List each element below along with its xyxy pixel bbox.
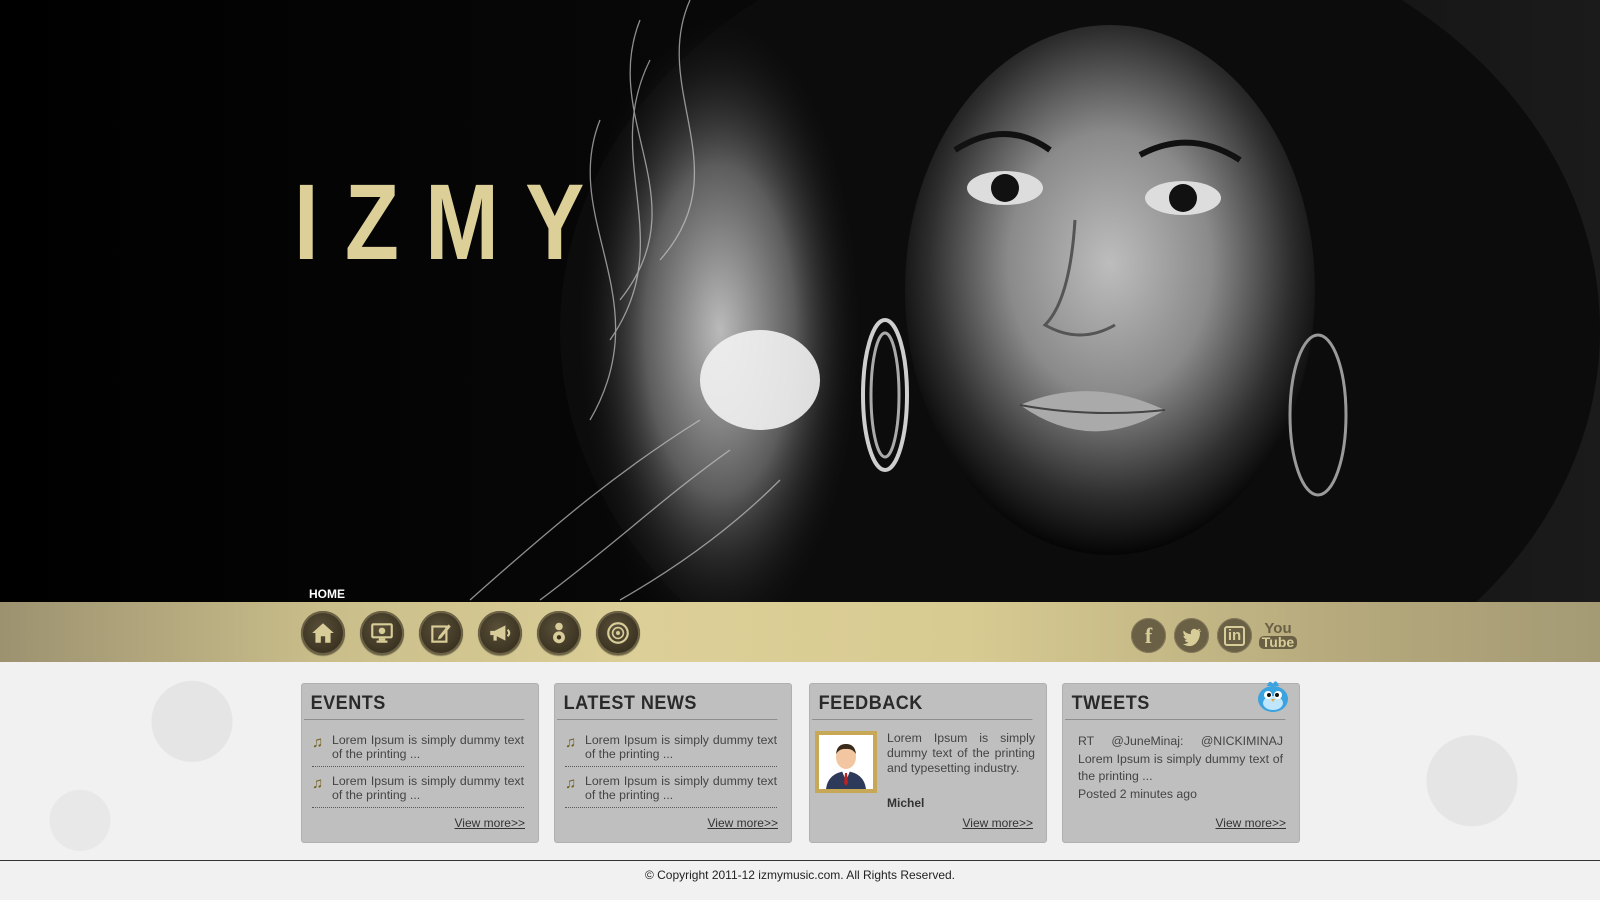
youtube-button[interactable]: You Tube [1258, 618, 1298, 653]
news-item-text: Lorem Ipsum is simply dummy text of the … [585, 733, 777, 761]
disc-icon [607, 622, 629, 644]
music-note-icon: ♫ [312, 734, 324, 751]
tweets-view-more-link[interactable]: View more>> [1216, 816, 1286, 830]
feedback-view-more-link[interactable]: View more>> [963, 816, 1033, 830]
events-item-text: Lorem Ipsum is simply dummy text of the … [332, 733, 524, 761]
linkedin-button[interactable]: in [1217, 618, 1252, 653]
tweet-timestamp: Posted 2 minutes ago [1078, 787, 1197, 801]
main-navbar: f in You Tube [0, 602, 1600, 662]
home-icon [312, 623, 334, 643]
avatar [815, 731, 877, 793]
linkedin-icon: in [1223, 625, 1246, 646]
events-item-text: Lorem Ipsum is simply dummy text of the … [332, 774, 524, 802]
events-item[interactable]: ♫ Lorem Ipsum is simply dummy text of th… [312, 774, 524, 808]
events-view-more-link[interactable]: View more>> [455, 816, 525, 830]
tweet-text: RT @JuneMinaj: @NICKIMINAJ Lorem Ipsum i… [1078, 734, 1283, 783]
facebook-icon: f [1144, 622, 1153, 648]
music-note-icon: ♫ [312, 775, 324, 792]
monitor-icon [371, 623, 393, 643]
news-view-more-link[interactable]: View more>> [708, 816, 778, 830]
megaphone-icon [490, 625, 511, 641]
nav-music-button[interactable] [537, 611, 581, 655]
news-panel: LATEST NEWS ♫ Lorem Ipsum is simply dumm… [554, 683, 792, 843]
nav-discography-button[interactable] [596, 611, 640, 655]
twitter-icon [1182, 628, 1201, 646]
tweets-panel: TWEETS RT @JuneMinaj: @NICKIMINAJ Lorem … [1062, 681, 1300, 843]
copyright-text: © Copyright 2011-12 izmymusic.com. All R… [644, 868, 956, 882]
twitter-button[interactable] [1174, 618, 1209, 653]
news-item-text: Lorem Ipsum is simply dummy text of the … [585, 774, 777, 802]
speaker-icon [553, 622, 565, 644]
content-section: EVENTS ♫ Lorem Ipsum is simply dummy tex… [0, 662, 1600, 860]
music-note-icon: ♫ [565, 775, 577, 792]
feedback-text: Lorem Ipsum is simply dummy text of the … [887, 731, 1035, 775]
edit-icon [431, 624, 451, 643]
footer: © Copyright 2011-12 izmymusic.com. All R… [0, 860, 1600, 900]
hero-banner: IZMY HOME [0, 0, 1600, 602]
youtube-icon-tube: Tube [1258, 635, 1298, 649]
current-page-label: HOME [309, 587, 345, 601]
news-item[interactable]: ♫ Lorem Ipsum is simply dummy text of th… [565, 733, 777, 767]
news-item[interactable]: ♫ Lorem Ipsum is simply dummy text of th… [565, 774, 777, 808]
feedback-panel: FEEDBACK Lorem Ipsum is simply dummy tex… [809, 683, 1047, 843]
events-panel: EVENTS ♫ Lorem Ipsum is simply dummy tex… [301, 683, 539, 843]
brand-logo[interactable]: IZMY [294, 168, 611, 276]
music-note-icon: ♫ [565, 734, 577, 751]
events-item[interactable]: ♫ Lorem Ipsum is simply dummy text of th… [312, 733, 524, 767]
nav-home-button[interactable] [301, 611, 345, 655]
feedback-title: FEEDBACK [812, 684, 1033, 720]
news-title: LATEST NEWS [557, 684, 778, 720]
feedback-author: Michel [887, 796, 925, 810]
nav-blog-button[interactable] [419, 611, 463, 655]
user-avatar-icon [826, 744, 866, 789]
nav-news-button[interactable] [478, 611, 522, 655]
nav-video-button[interactable] [360, 611, 404, 655]
events-title: EVENTS [304, 684, 525, 720]
social-links: f in You Tube [1131, 618, 1298, 653]
facebook-button[interactable]: f [1131, 618, 1166, 653]
nav-icon-group [301, 611, 640, 655]
twitter-bird-icon [1258, 681, 1288, 712]
hero-photo [0, 0, 1600, 602]
